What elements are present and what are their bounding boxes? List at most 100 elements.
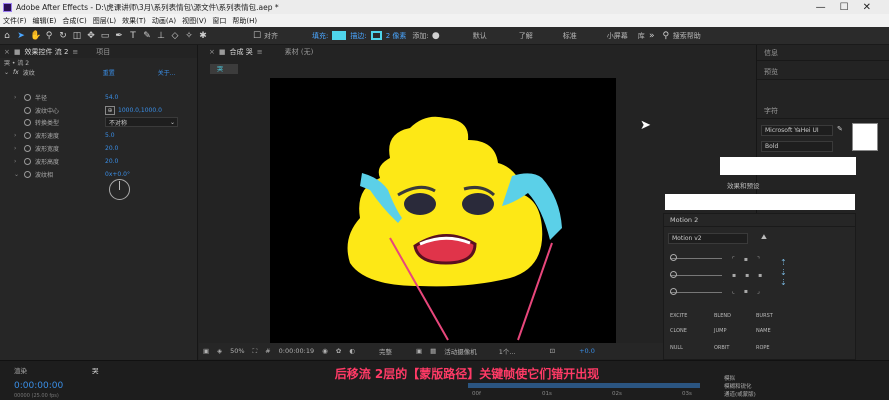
tab-render[interactable]: 渲染 bbox=[14, 365, 27, 375]
snapshot-icon[interactable]: ◉ bbox=[322, 347, 328, 355]
slider-handle[interactable] bbox=[670, 288, 677, 295]
tab-timeline-comp[interactable]: 哭 bbox=[92, 365, 99, 375]
prop-value[interactable]: 5.0 bbox=[105, 132, 115, 139]
menu-help[interactable]: 帮助(H) bbox=[229, 16, 260, 26]
slider-handle[interactable] bbox=[670, 271, 677, 278]
eraser-tool-icon[interactable]: ◇ bbox=[170, 31, 180, 41]
channel-icon[interactable]: ◐ bbox=[349, 347, 355, 355]
window-controls[interactable]: —☐✕ bbox=[816, 2, 889, 13]
orbit-button[interactable]: ORBIT bbox=[714, 345, 729, 351]
clone-button[interactable]: CLONE bbox=[670, 328, 687, 334]
stroke-width[interactable]: 2 像素 bbox=[386, 31, 407, 41]
character-white-field[interactable] bbox=[720, 157, 856, 175]
stopwatch-icon[interactable] bbox=[24, 157, 31, 165]
grid-icon[interactable]: # bbox=[265, 347, 270, 355]
tab-footage[interactable]: 素材 (无) bbox=[285, 47, 314, 57]
magnify-icon[interactable]: ▣ bbox=[203, 347, 209, 355]
twirl-icon[interactable]: › bbox=[14, 158, 20, 165]
effect-name[interactable]: 波纹 bbox=[23, 68, 103, 77]
menu-file[interactable]: 文件(F) bbox=[0, 16, 30, 26]
stamp-tool-icon[interactable]: ⊥ bbox=[156, 31, 166, 41]
name-button[interactable]: NAME bbox=[756, 328, 771, 334]
add-dropdown-icon[interactable]: ● bbox=[431, 31, 441, 41]
font-family-dropdown[interactable]: Microsoft YaHei UI bbox=[761, 125, 833, 136]
puppet-tool-icon[interactable]: ✱ bbox=[198, 31, 208, 41]
type-tool-icon[interactable]: T bbox=[128, 31, 138, 41]
pen-tool-icon[interactable]: ✒ bbox=[114, 31, 124, 41]
twirl-icon[interactable]: › bbox=[14, 145, 20, 152]
current-time[interactable]: 0:00:00:19 bbox=[279, 347, 315, 355]
camera-tool-icon[interactable]: ◫ bbox=[72, 31, 82, 41]
selection-tool-icon[interactable]: ➤ bbox=[16, 31, 26, 41]
home-icon[interactable]: ⌂ bbox=[2, 31, 12, 41]
fx-icon[interactable]: fx bbox=[13, 69, 19, 76]
align-toggle[interactable]: ☐ 对齐 bbox=[250, 31, 278, 41]
panel-close-icon[interactable]: × bbox=[209, 48, 215, 56]
panel-close-icon[interactable]: × bbox=[4, 48, 10, 56]
crosshair-icon[interactable]: ⊕ bbox=[105, 105, 115, 115]
workspace-standard[interactable]: 标准 bbox=[563, 31, 577, 41]
slider-track[interactable] bbox=[670, 258, 722, 259]
rope-button[interactable]: ROPE bbox=[756, 345, 770, 351]
region-icon[interactable]: ▣ bbox=[416, 347, 422, 355]
menu-window[interactable]: 窗口 bbox=[209, 16, 229, 26]
menu-edit[interactable]: 编辑(E) bbox=[30, 16, 60, 26]
expand-arrow-icon[interactable]: ⌄ bbox=[4, 69, 9, 76]
work-area-bar[interactable] bbox=[468, 383, 700, 388]
toggle-icon[interactable]: ◈ bbox=[217, 347, 222, 355]
tab-effect-controls[interactable]: 效果控件 流 2 bbox=[25, 47, 69, 57]
null-button[interactable]: NULL bbox=[670, 345, 683, 351]
lock-icon[interactable]: ■ bbox=[219, 48, 226, 56]
stopwatch-icon[interactable] bbox=[24, 106, 31, 114]
workspace-small[interactable]: 小屏幕 bbox=[607, 31, 628, 41]
color-icon[interactable]: ✿ bbox=[336, 347, 341, 355]
panel-menu-icon[interactable]: ≡ bbox=[257, 48, 263, 56]
mountain-icon[interactable]: ⛰ bbox=[761, 233, 767, 242]
info-section[interactable]: 信息 bbox=[757, 45, 889, 61]
twirl-icon[interactable]: › bbox=[14, 94, 20, 101]
hand-tool-icon[interactable]: ✋ bbox=[30, 31, 41, 41]
stopwatch-icon[interactable] bbox=[24, 118, 31, 126]
resolution-dropdown[interactable]: 完整 bbox=[379, 346, 392, 356]
about-button[interactable]: 关于... bbox=[158, 68, 176, 77]
excite-button[interactable]: EXCITE bbox=[670, 313, 687, 319]
render-icon[interactable]: ⊡ bbox=[550, 347, 555, 355]
prop-value[interactable]: 20.0 bbox=[105, 145, 118, 152]
comp-flow-tag[interactable]: 哭 bbox=[210, 64, 238, 74]
menu-effect[interactable]: 效果(T) bbox=[119, 16, 149, 26]
fill-swatch[interactable] bbox=[332, 31, 347, 40]
fill-color-box[interactable] bbox=[852, 123, 878, 151]
effects-category[interactable]: 模糊和锐化 bbox=[724, 383, 756, 391]
exposure-value[interactable]: +0.0 bbox=[579, 347, 595, 355]
tab-project[interactable]: 项目 bbox=[96, 47, 110, 57]
reset-button[interactable]: 重置 bbox=[103, 68, 158, 77]
stopwatch-icon[interactable] bbox=[24, 144, 31, 152]
menu-view[interactable]: 视图(V) bbox=[179, 16, 209, 26]
workspace-library[interactable]: 库 bbox=[638, 31, 645, 41]
prop-value[interactable]: 0x+0.0° bbox=[105, 171, 130, 178]
prop-value[interactable]: 54.0 bbox=[105, 94, 118, 101]
effects-presets-title[interactable]: 效果和预设 bbox=[727, 180, 857, 192]
camera-dropdown[interactable]: 活动摄像机 bbox=[444, 346, 477, 356]
fit-icon[interactable]: ⛶ bbox=[253, 347, 258, 356]
rotate-tool-icon[interactable]: ↻ bbox=[58, 31, 68, 41]
lock-icon[interactable]: ■ bbox=[14, 48, 21, 56]
menu-layer[interactable]: 图层(L) bbox=[90, 16, 119, 26]
jump-button[interactable]: JUMP bbox=[714, 328, 726, 334]
effects-search-field[interactable] bbox=[665, 194, 855, 210]
align-checkbox-icon[interactable]: ☐ bbox=[252, 31, 262, 41]
prop-value[interactable]: 20.0 bbox=[105, 158, 118, 165]
blend-button[interactable]: BLEND bbox=[714, 313, 731, 319]
align-arrows-icon[interactable]: ⇡ ⇣ ⇣ bbox=[780, 258, 787, 288]
zoom-dropdown[interactable]: 50% bbox=[230, 347, 244, 355]
pan-tool-icon[interactable]: ✥ bbox=[86, 31, 96, 41]
prop-value[interactable]: 1000.0,1000.0 bbox=[118, 107, 162, 114]
twirl-icon[interactable]: › bbox=[14, 132, 20, 139]
zoom-tool-icon[interactable]: ⚲ bbox=[44, 31, 54, 41]
stopwatch-icon[interactable] bbox=[24, 170, 31, 178]
slider-handle[interactable] bbox=[670, 254, 677, 261]
anchor-grid[interactable]: ⌜▪⌝ ▪▪▪ ⌞▪⌟ bbox=[732, 252, 780, 298]
timeline-timecode[interactable]: 0:00:00:00 bbox=[14, 381, 63, 391]
effects-category[interactable]: 通道(或蒙版) bbox=[724, 391, 756, 399]
panel-menu-icon[interactable]: ≡ bbox=[72, 48, 78, 56]
